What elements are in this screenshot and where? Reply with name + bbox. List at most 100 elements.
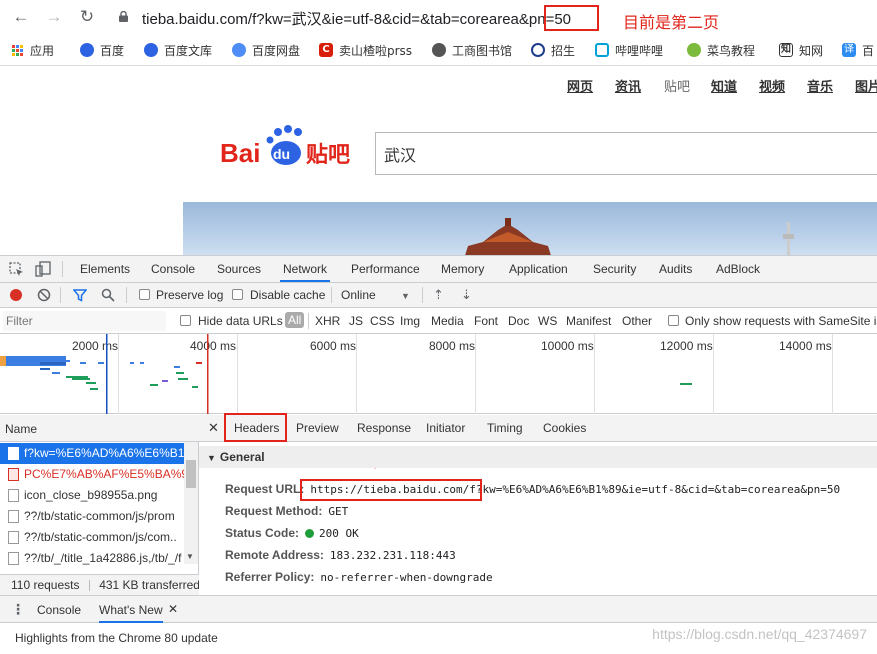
url-field[interactable]: tieba.baidu.com/f?kw=武汉&ie=utf-8&cid=&ta… xyxy=(112,4,602,30)
close-icon[interactable]: ✕ xyxy=(208,420,219,436)
nav-web[interactable]: 网页 xyxy=(567,76,593,95)
samesite-checkbox[interactable] xyxy=(668,315,679,326)
nav-video[interactable]: 视频 xyxy=(759,76,785,95)
drawer-tab-console[interactable]: Console xyxy=(37,603,81,617)
type-filter-other[interactable]: Other xyxy=(622,314,652,328)
inspect-element-icon[interactable] xyxy=(9,262,24,277)
expand-triangle-icon: ▼ xyxy=(207,453,216,463)
device-toolbar-icon[interactable] xyxy=(35,261,51,277)
nav-images[interactable]: 图片 xyxy=(855,76,877,95)
request-list-pane: Name f?kw=%E6%AD%A6%E6%B1% PC%E7%AB%AF%E… xyxy=(0,415,200,595)
request-summary: 110 requests 431 KB transferred xyxy=(0,574,200,595)
filter-bar: Hide data URLs All XHR JS CSS Img Media … xyxy=(0,308,877,334)
tab-security[interactable]: Security xyxy=(593,256,636,282)
type-filter-img[interactable]: Img xyxy=(400,314,420,328)
bookmark-baidu-wenku[interactable]: 百度文库 xyxy=(144,41,212,59)
tab-performance[interactable]: Performance xyxy=(351,256,420,282)
tab-sources[interactable]: Sources xyxy=(217,256,261,282)
preserve-log-checkbox[interactable] xyxy=(139,289,150,300)
type-filter-ws[interactable]: WS xyxy=(538,314,557,328)
request-row[interactable]: ??/tb/static-common/js/com.. xyxy=(0,527,184,548)
disable-cache-label: Disable cache xyxy=(250,288,326,302)
tab-application[interactable]: Application xyxy=(509,256,568,282)
svg-text:du: du xyxy=(273,146,290,162)
nav-music[interactable]: 音乐 xyxy=(807,76,833,95)
type-filter-all[interactable]: All xyxy=(285,312,305,328)
tab-response[interactable]: Response xyxy=(357,415,411,442)
general-section-header[interactable]: ▼ General xyxy=(199,446,877,468)
general-title: General xyxy=(219,450,265,464)
bookmark-apps[interactable]: 应用 xyxy=(12,41,54,59)
request-row[interactable]: ??/tb/_/title_1a42886.js,/tb/_/f xyxy=(0,548,184,569)
tab-adblock[interactable]: AdBlock xyxy=(716,256,760,282)
svg-text:贴吧: 贴吧 xyxy=(306,142,350,168)
bookmark-baidu-pan[interactable]: 百度网盘 xyxy=(232,41,300,59)
dropdown-arrow-icon[interactable]: ▼ xyxy=(401,289,410,303)
drawer-menu-icon[interactable]: ⋮ xyxy=(11,601,25,618)
request-row[interactable]: ??/tb/static-common/js/prom xyxy=(0,506,184,527)
request-row-selected[interactable]: f?kw=%E6%AD%A6%E6%B1% xyxy=(0,443,184,464)
tab-initiator[interactable]: Initiator xyxy=(426,415,465,442)
bookmark-bilibili[interactable]: 哔哩哔哩 xyxy=(595,41,663,59)
tab-memory[interactable]: Memory xyxy=(441,256,484,282)
drawer-tab-whats-new[interactable]: What's New xyxy=(99,603,163,623)
clear-icon[interactable] xyxy=(37,288,51,302)
request-details-pane: ✕ Headers Preview Response Initiator Tim… xyxy=(199,413,877,595)
type-filter-js[interactable]: JS xyxy=(349,314,363,328)
type-filter-manifest[interactable]: Manifest xyxy=(566,314,611,328)
filter-input[interactable] xyxy=(3,311,166,331)
baidu-top-nav: 网页 资讯 贴吧 知道 视频 音乐 图片 xyxy=(0,76,877,95)
name-column-header[interactable]: Name xyxy=(5,422,37,436)
network-overview-timeline[interactable]: 2000 ms 4000 ms 6000 ms 8000 ms 10000 ms… xyxy=(0,334,877,414)
request-list-scrollbar[interactable]: ▼ xyxy=(184,442,198,564)
nav-zhidao[interactable]: 知道 xyxy=(711,76,737,95)
nav-tieba[interactable]: 贴吧 xyxy=(664,76,690,95)
bookmark-admissions[interactable]: 招生 xyxy=(531,41,575,59)
type-filter-media[interactable]: Media xyxy=(431,314,464,328)
bookmark-translate[interactable]: 译百 xyxy=(842,41,874,59)
type-filter-css[interactable]: CSS xyxy=(370,314,395,328)
bookmark-library[interactable]: 工商图书馆 xyxy=(432,41,512,59)
bookmark-label: 知网 xyxy=(799,43,824,58)
nav-news[interactable]: 资讯 xyxy=(615,76,641,95)
bookmark-label: 百度文库 xyxy=(164,43,213,58)
translate-icon: 译 xyxy=(842,43,856,57)
tab-preview[interactable]: Preview xyxy=(296,415,339,442)
type-filter-doc[interactable]: Doc xyxy=(508,314,529,328)
search-input[interactable] xyxy=(375,132,877,175)
request-row[interactable]: icon_close_b98955a.png xyxy=(0,485,184,506)
record-icon[interactable] xyxy=(10,289,22,301)
scrollbar-thumb[interactable] xyxy=(186,460,196,488)
back-arrow-icon[interactable]: ← xyxy=(10,6,32,28)
scroll-down-icon[interactable]: ▼ xyxy=(186,552,194,561)
baidu-tieba-logo[interactable]: Bai du 贴吧 xyxy=(218,124,358,168)
tab-cookies[interactable]: Cookies xyxy=(543,415,586,442)
bookmark-runoob[interactable]: 菜鸟教程 xyxy=(687,41,755,59)
close-icon[interactable]: ✕ xyxy=(168,602,178,616)
request-row[interactable]: PC%E7%AB%AF%E5%BA%95. xyxy=(0,464,184,485)
throttle-select[interactable]: Online xyxy=(341,288,376,302)
tab-timing[interactable]: Timing xyxy=(487,415,523,442)
tab-audits[interactable]: Audits xyxy=(659,256,692,282)
import-har-icon[interactable]: ⇡ xyxy=(433,288,444,302)
cnki-icon: 知 xyxy=(779,43,793,57)
hide-data-urls-checkbox[interactable] xyxy=(180,315,191,326)
export-har-icon[interactable]: ⇣ xyxy=(461,288,472,302)
tab-elements[interactable]: Elements xyxy=(80,256,130,282)
filter-funnel-icon[interactable] xyxy=(73,288,87,302)
forward-arrow-icon[interactable]: → xyxy=(43,6,65,28)
bookmark-label: 工商图书馆 xyxy=(452,43,513,58)
search-icon[interactable] xyxy=(101,288,115,302)
address-bar-row: ← → ↻ tieba.baidu.com/f?kw=武汉&ie=utf-8&c… xyxy=(0,0,877,34)
disable-cache-checkbox[interactable] xyxy=(232,289,243,300)
type-filter-xhr[interactable]: XHR xyxy=(315,314,340,328)
request-name: ??/tb/static-common/js/com.. xyxy=(24,530,177,544)
reload-icon[interactable]: ↻ xyxy=(76,6,98,28)
bookmark-label: 招生 xyxy=(551,43,576,58)
type-filter-font[interactable]: Font xyxy=(474,314,498,328)
tab-console[interactable]: Console xyxy=(151,256,195,282)
tab-network[interactable]: Network xyxy=(280,256,331,282)
bookmark-cnki[interactable]: 知知网 xyxy=(779,41,823,59)
bookmark-baidu[interactable]: 百度 xyxy=(80,41,124,59)
bookmark-prss[interactable]: C 卖山楂啦prss xyxy=(319,41,412,59)
